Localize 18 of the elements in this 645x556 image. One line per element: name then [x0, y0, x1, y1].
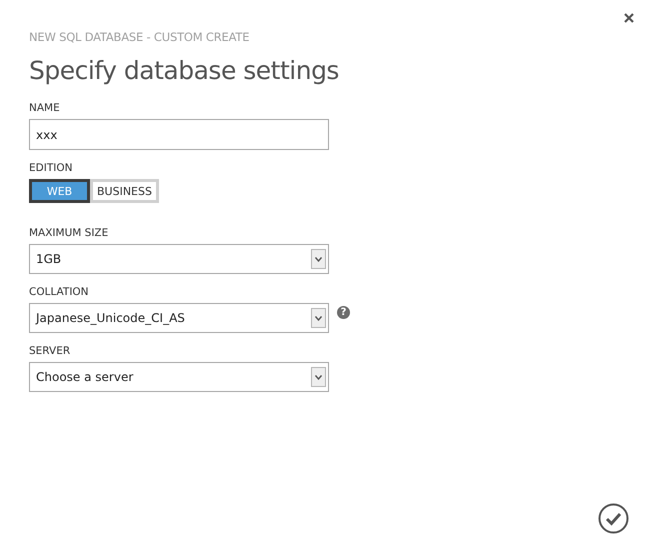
help-icon[interactable]: ?	[337, 306, 350, 318]
field-label: NAME	[29, 102, 61, 114]
dropdown[interactable]: Choose a server	[29, 362, 329, 392]
dropdown-value: Choose a server	[36, 370, 134, 384]
field-label: SERVER	[29, 345, 72, 357]
field-label: MAXIMUM SIZE	[29, 227, 110, 239]
dropdown[interactable]: Japanese_Unicode_CI_AS	[29, 303, 329, 333]
dropdown[interactable]: 1GB	[29, 244, 329, 274]
dropdown-value: 1GB	[36, 252, 62, 266]
field-label: EDITION	[29, 162, 74, 174]
dialog-title: Specify database settings	[29, 56, 340, 85]
close-icon[interactable]	[624, 13, 634, 23]
input-field[interactable]: xxx	[29, 119, 329, 150]
edition-option[interactable]: BUSINESS	[90, 179, 159, 203]
dialog-subtitle: NEW SQL DATABASE - CUSTOM CREATE	[29, 30, 250, 44]
confirm-check-icon[interactable]	[598, 503, 629, 534]
dropdown-value: Japanese_Unicode_CI_AS	[36, 311, 185, 325]
field-label: COLLATION	[29, 286, 90, 298]
